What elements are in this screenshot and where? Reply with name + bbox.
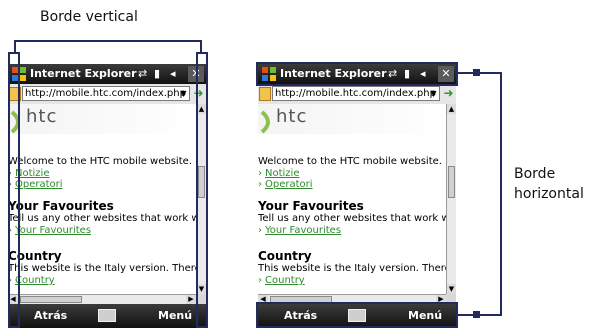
top-horizontal-border-highlight — [256, 62, 458, 86]
htc-logo: htc — [26, 106, 58, 127]
vertical-bracket-right-leg — [200, 40, 202, 52]
vertical-scrollbar[interactable]: ▲ ▼ — [446, 104, 456, 294]
scroll-right-icon[interactable]: ▶ — [186, 295, 196, 304]
bracket-marker — [473, 311, 480, 318]
country-heading: Country — [258, 249, 312, 263]
url-input[interactable]: http://mobile.htc.com/index.php ▼ — [22, 86, 190, 101]
scroll-up-icon[interactable]: ▲ — [447, 104, 456, 114]
page-icon — [259, 87, 271, 101]
horizontal-bracket-top-leg — [458, 72, 502, 74]
link-notizie[interactable]: › Notizie — [258, 168, 299, 179]
go-icon[interactable]: ➜ — [442, 86, 455, 101]
web-content: htc Welcome to the HTC mobile website. H… — [8, 104, 196, 294]
horizontal-bracket-bottom-leg — [458, 314, 502, 316]
keyboard-icon[interactable] — [98, 309, 116, 322]
back-softkey[interactable]: Atrás — [34, 309, 67, 322]
app-title: Internet Explorer — [30, 67, 137, 80]
title-bar: Internet Explorer ⇄ ▮ ◂ ✕ — [8, 64, 206, 84]
favourites-text: Tell us any other websites that work wel… — [8, 213, 196, 224]
bracket-marker — [473, 69, 480, 76]
scroll-down-icon[interactable]: ▼ — [447, 284, 456, 294]
vertical-border-caption: Borde vertical — [40, 9, 138, 25]
link-operatori[interactable]: › Operatori — [258, 179, 313, 190]
country-text: This website is the Italy version. There… — [258, 263, 446, 274]
web-content: htc Welcome to the HTC mobile website. H… — [258, 104, 446, 294]
horizontal-border-caption-line2: horizontal — [514, 186, 584, 202]
url-text: http://mobile.htc.com/index.php — [275, 88, 436, 99]
phone-screen-right: Internet Explorer ⇄ ▮ ◂ ✕ http://mobile.… — [258, 64, 456, 328]
favourites-heading: Your Favourites — [8, 199, 114, 213]
favourites-text: Tell us any other websites that work wel… — [258, 213, 446, 224]
right-vertical-border-highlight — [196, 52, 208, 328]
link-favourites[interactable]: › Your Favourites — [258, 225, 341, 236]
address-bar: http://mobile.htc.com/index.php ▼ ➜ — [258, 84, 456, 104]
left-vertical-border-highlight — [8, 52, 20, 328]
vertical-bracket-line — [14, 40, 202, 42]
phone-screen-left: Internet Explorer ⇄ ▮ ◂ ✕ http://mobile.… — [8, 64, 206, 328]
url-input[interactable]: http://mobile.htc.com/index.php ▼ — [272, 86, 440, 101]
dropdown-icon[interactable]: ▼ — [178, 87, 189, 100]
volume-icon[interactable]: ◂ — [170, 67, 176, 80]
connectivity-icon[interactable]: ⇄ — [138, 67, 147, 80]
dropdown-icon[interactable]: ▼ — [428, 87, 439, 100]
htc-logo: htc — [276, 106, 308, 127]
horizontal-border-caption-line1: Borde — [514, 166, 556, 182]
favourites-heading: Your Favourites — [258, 199, 364, 213]
softkey-bar: Atrás Menú — [8, 304, 206, 328]
link-favourites[interactable]: › Your Favourites — [8, 225, 91, 236]
address-bar: http://mobile.htc.com/index.php ▼ ➜ — [8, 84, 206, 104]
vertical-bracket-left-leg — [14, 40, 16, 52]
menu-softkey[interactable]: Menú — [158, 309, 192, 322]
vertical-scroll-thumb[interactable] — [448, 166, 455, 198]
welcome-text: Welcome to the HTC mobile website. Here — [8, 156, 196, 167]
url-text: http://mobile.htc.com/index.php — [25, 88, 186, 99]
horizontal-scroll-thumb[interactable] — [20, 296, 82, 303]
link-country[interactable]: › Country — [258, 275, 305, 286]
welcome-text: Welcome to the HTC mobile website. Here — [258, 156, 446, 167]
horizontal-bracket-line — [500, 72, 502, 316]
signal-icon[interactable]: ▮ — [154, 67, 160, 80]
country-text: This website is the Italy version. There… — [8, 263, 196, 274]
bottom-horizontal-border-highlight — [256, 302, 458, 328]
horizontal-scrollbar[interactable]: ◀ ▶ — [8, 294, 196, 304]
